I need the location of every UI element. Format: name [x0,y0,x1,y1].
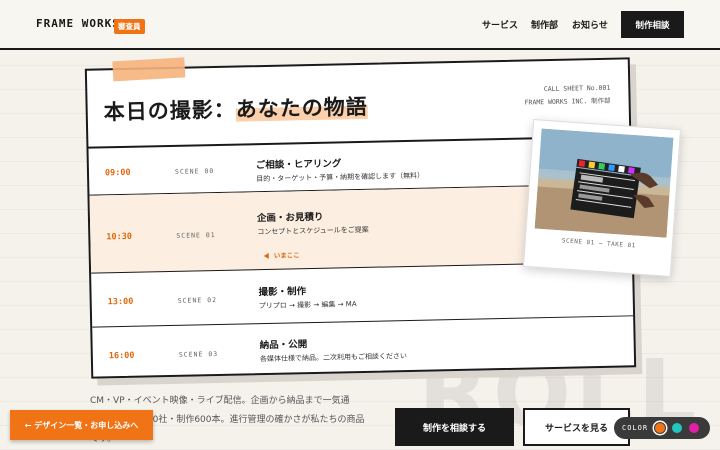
photo-caption: SCENE 01 — TAKE 01 [561,237,636,250]
row-scene: SCENE 00 [174,167,215,176]
row-title: ご相談・ヒアリング [255,158,342,172]
call-sheet-meta: CALL SHEET No.001 FRAME WORKS INC. 制作部 [524,82,611,110]
row-scene: SCENE 02 [177,296,218,305]
intro-line-1: CM・VP・イベント映像・ライブ配信。企画から納品まで一気通 [90,396,350,406]
masking-tape [112,57,186,82]
nav-item-news[interactable]: お知らせ [572,18,608,31]
row-scene: SCENE 03 [178,350,219,359]
site-header: FRAME WORKS 審査員 サービス 制作部 お知らせ 制作相談 [0,0,720,50]
row-time: 09:00 [104,167,131,179]
clapperboard-illustration [534,128,674,238]
call-sheet-company: FRAME WORKS INC. 制作部 [524,96,611,107]
color-swatch-teal[interactable] [671,422,684,434]
row-title: 企画・お見積り [256,211,324,225]
color-swatch-orange[interactable] [654,422,667,434]
pointer-left-icon [263,252,269,260]
title-prefix: 本日の撮影： [103,97,236,125]
title-highlight: あなたの物語 [235,94,368,122]
design-list-button[interactable]: ← デザイン一覧・お申し込みへ [10,410,153,440]
row-desc: プリプロ → 撮影 → 編集 → MA [258,300,357,311]
row-time: 16:00 [108,350,135,362]
row-desc: 目的・ターゲット・予算・納期を確認します（無料） [256,171,425,184]
nav-item-production[interactable]: 制作部 [531,18,558,31]
polaroid-photo: SCENE 01 — TAKE 01 [523,119,681,277]
row-title: 撮影・制作 [258,286,307,299]
color-picker: COLOR [614,417,710,439]
brand-badge: 審査員 [114,19,145,34]
row-scene: SCENE 01 [176,231,216,240]
row-time: 13:00 [107,296,134,308]
row-desc: 各媒体仕様で納品。二次利用もご相談ください [259,352,407,364]
current-step-marker: いまここ [263,249,300,260]
nav-item-service[interactable]: サービス [482,18,518,31]
row-desc: コンセプトとスケジュールをご提案 [257,225,369,237]
current-step-label: いまここ [273,251,300,260]
row-time: 10:30 [106,231,133,243]
clapperboard-photo [534,128,674,238]
color-picker-label: COLOR [622,424,649,432]
color-swatch-magenta[interactable] [688,422,701,434]
brand-logo[interactable]: FRAME WORKS [36,17,120,30]
consult-button[interactable]: 制作を相談する [395,408,514,446]
row-title: 納品・公開 [259,339,308,352]
page-title: 本日の撮影：あなたの物語 [103,91,368,127]
header-contact-button[interactable]: 制作相談 [621,11,684,38]
